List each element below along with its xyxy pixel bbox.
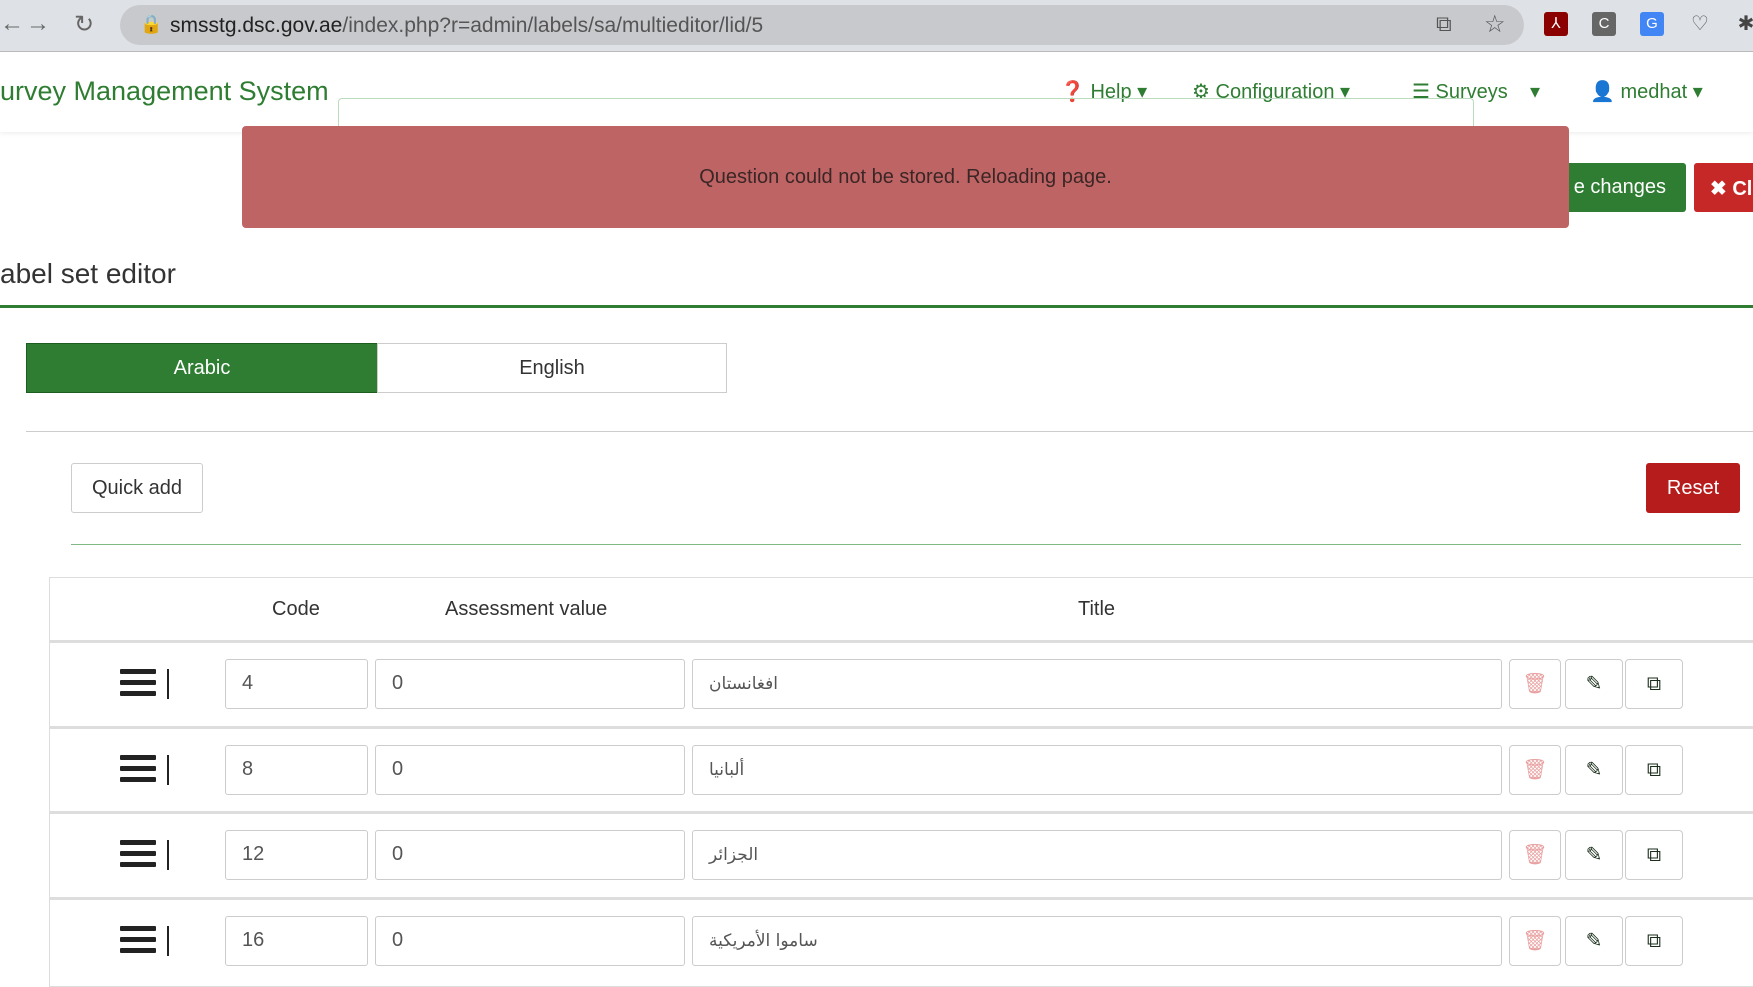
separator	[167, 840, 169, 870]
divider	[71, 544, 1741, 545]
tab-english[interactable]: English	[377, 343, 727, 393]
trash-icon: 🗑	[1522, 929, 1548, 952]
assessment-input[interactable]: 0	[375, 915, 685, 966]
column-header-code: Code	[272, 598, 320, 620]
copy-icon: ⧉	[1646, 929, 1662, 952]
edit-button[interactable]: ✎	[1565, 830, 1623, 880]
delete-button[interactable]: 🗑	[1509, 744, 1561, 795]
copy-icon: ⧉	[1646, 673, 1662, 695]
delete-button[interactable]: 🗑	[1509, 659, 1561, 709]
reset-button[interactable]: Reset	[1646, 463, 1740, 513]
edit-button[interactable]: ✎	[1565, 744, 1623, 795]
close-button[interactable]: ✖ Cl	[1694, 163, 1753, 212]
column-header-title: Title	[1078, 598, 1116, 620]
url-path: /index.php?r=admin/labels/sa/multieditor…	[342, 14, 764, 37]
google-translate-extension-icon[interactable]: G	[1640, 12, 1664, 36]
table-row: 8 0 ألبانيا 🗑 ✎ ⧉	[50, 725, 1753, 811]
copy-button[interactable]: ⧉	[1625, 830, 1683, 880]
title-input[interactable]: الجزائر	[692, 830, 1502, 880]
copy-icon: ⧉	[1646, 844, 1662, 866]
delete-button[interactable]: 🗑	[1509, 915, 1561, 966]
forward-icon[interactable]: →	[26, 10, 50, 38]
address-bar[interactable]: 🔒 smsstg.dsc.gov.ae/index.php?r=admin/la…	[120, 5, 1524, 45]
title-text: الجزائر	[709, 845, 759, 865]
trash-icon: 🗑	[1522, 758, 1548, 781]
reload-icon[interactable]: ↻	[74, 10, 94, 39]
bookmark-star-icon[interactable]: ☆	[1484, 10, 1506, 39]
url-text: smsstg.dsc.gov.ae/index.php?r=admin/labe…	[170, 14, 763, 38]
code-input[interactable]: 12	[225, 830, 368, 880]
assessment-input[interactable]: 0	[375, 744, 685, 795]
copy-icon: ⧉	[1646, 758, 1662, 781]
edit-icon: ✎	[1585, 673, 1603, 695]
lock-icon: 🔒	[140, 14, 163, 34]
table-row: 4 0 افغانستان 🗑 ✎ ⧉	[50, 640, 1753, 725]
title-text: افغانستان	[709, 674, 778, 694]
copy-button[interactable]: ⧉	[1625, 744, 1683, 795]
nav-user[interactable]: 👤 medhat ▾	[1590, 79, 1703, 104]
c-extension-icon[interactable]: C	[1592, 12, 1616, 36]
back-icon[interactable]: ←	[0, 10, 24, 38]
title-input[interactable]: ألبانيا	[692, 744, 1502, 795]
brand-title[interactable]: urvey Management System	[0, 76, 329, 107]
separator	[167, 925, 169, 956]
divider	[26, 431, 1753, 432]
trash-icon: 🗑	[1522, 844, 1548, 866]
copy-button[interactable]: ⧉	[1625, 915, 1683, 966]
drag-handle-icon[interactable]	[120, 925, 156, 956]
edit-icon: ✎	[1585, 758, 1603, 781]
trash-icon: 🗑	[1522, 673, 1548, 695]
quick-add-button[interactable]: Quick add	[71, 463, 203, 513]
drag-handle-icon[interactable]	[120, 669, 156, 699]
table-row: 12 0 الجزائر 🗑 ✎ ⧉	[50, 811, 1753, 896]
browser-toolbar: ← → ↻ 🔒 smsstg.dsc.gov.ae/index.php?r=ad…	[0, 0, 1753, 52]
edit-icon: ✎	[1585, 844, 1603, 866]
delete-button[interactable]: 🗑	[1509, 830, 1561, 880]
title-text: ألبانيا	[709, 759, 745, 780]
separator	[167, 669, 169, 699]
pocket-icon[interactable]: ♡	[1688, 12, 1712, 36]
copy-button[interactable]: ⧉	[1625, 659, 1683, 709]
table-row: 16 0 ساموا الأمريكية 🗑 ✎ ⧉	[50, 896, 1753, 982]
edit-button[interactable]: ✎	[1565, 659, 1623, 709]
edit-button[interactable]: ✎	[1565, 915, 1623, 966]
title-input[interactable]: افغانستان	[692, 659, 1502, 709]
translate-icon[interactable]: ⧉	[1436, 11, 1452, 37]
assessment-input[interactable]: 0	[375, 659, 685, 709]
error-alert: Question could not be stored. Reloading …	[242, 126, 1569, 228]
pdf-extension-icon[interactable]: ⅄	[1544, 12, 1568, 36]
url-host: smsstg.dsc.gov.ae	[170, 14, 343, 37]
title-input[interactable]: ساموا الأمريكية	[692, 915, 1502, 966]
separator	[167, 754, 169, 785]
code-input[interactable]: 16	[225, 915, 368, 966]
drag-handle-icon[interactable]	[120, 754, 156, 785]
nav-user-label: medhat	[1620, 81, 1688, 103]
code-input[interactable]: 4	[225, 659, 368, 709]
column-header-assessment: Assessment value	[445, 598, 608, 620]
code-input[interactable]: 8	[225, 744, 368, 795]
page-title: abel set editor	[0, 258, 176, 289]
drag-handle-icon[interactable]	[120, 840, 156, 870]
divider	[0, 305, 1753, 308]
tab-arabic[interactable]: Arabic	[26, 343, 378, 393]
title-text: ساموا الأمريكية	[709, 930, 818, 951]
extensions-puzzle-icon[interactable]: ✱	[1734, 12, 1753, 36]
assessment-input[interactable]: 0	[375, 830, 685, 880]
edit-icon: ✎	[1585, 929, 1603, 952]
